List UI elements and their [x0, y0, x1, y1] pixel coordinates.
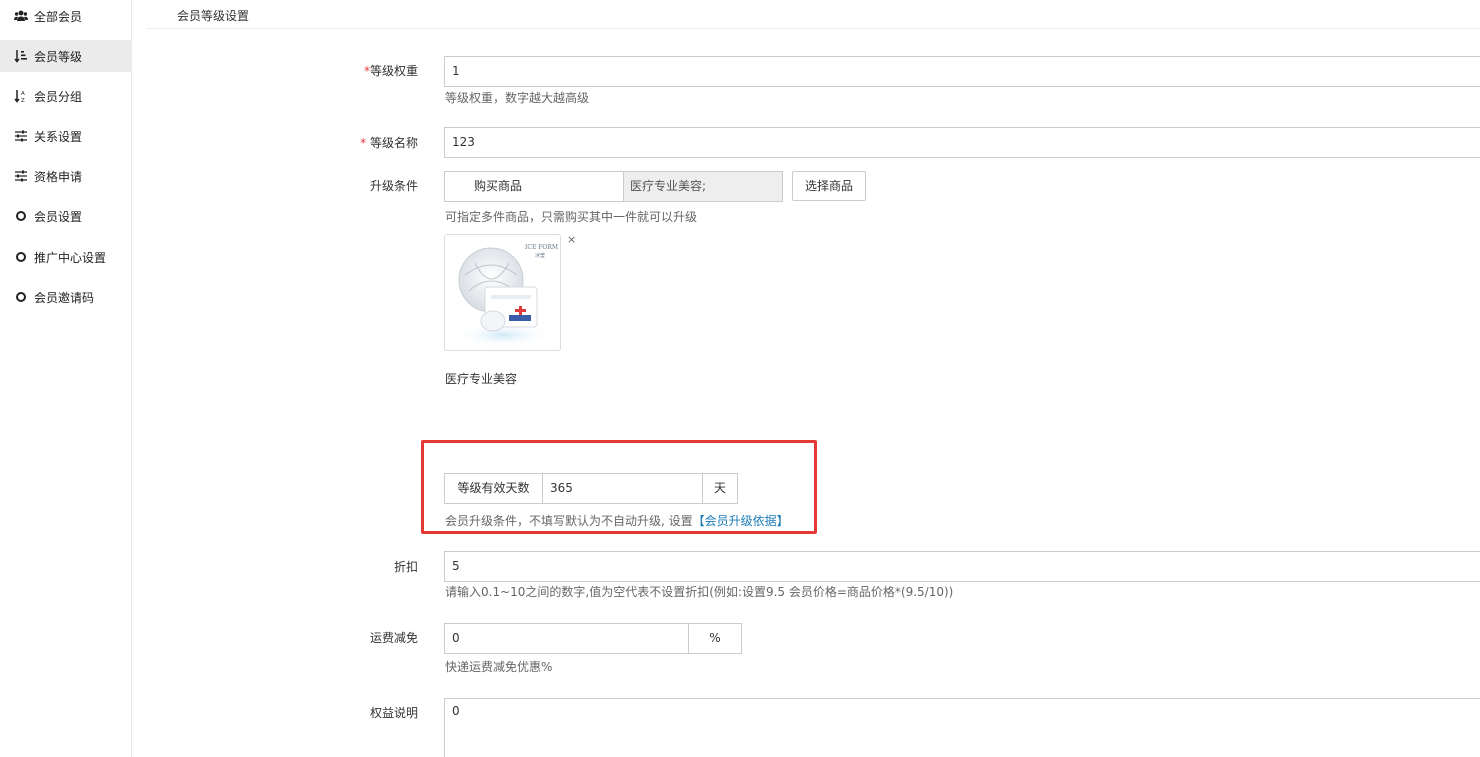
product-brand: ICE FORM	[525, 244, 558, 251]
svg-text:A: A	[21, 91, 25, 97]
product-brand-sub: 冰莹	[535, 252, 545, 259]
rights-label: 权益说明	[369, 706, 418, 720]
goods-name: 医疗专业美容	[445, 372, 518, 386]
sidebar-item-label: 会员等级	[34, 49, 83, 64]
sidebar-item-member-group[interactable]: AZ 会员分组	[0, 80, 132, 112]
discount-input[interactable]: 5	[444, 551, 1480, 582]
name-label: * 等级名称	[318, 134, 418, 151]
sidebar-item-label: 会员邀请码	[34, 290, 95, 305]
goods-thumbnail[interactable]: ICE FORM 冰莹	[444, 234, 561, 351]
freight-input[interactable]: 0	[444, 623, 689, 654]
sidebar-item-relation-settings[interactable]: 关系设置	[0, 120, 132, 152]
sort-amount-icon	[14, 49, 28, 63]
select-goods-button[interactable]: 选择商品	[792, 171, 866, 201]
sidebar-item-label: 推广中心设置	[34, 250, 107, 265]
circle-icon	[14, 209, 28, 223]
selected-goods-field: 医疗专业美容;	[623, 171, 783, 202]
sidebar-item-member-settings[interactable]: 会员设置	[0, 200, 132, 232]
weight-input[interactable]: 1	[444, 56, 1480, 87]
validity-help-text: 会员升级条件，不填写默认为不自动升级, 设置	[445, 514, 693, 528]
discount-help: 请输入0.1~10之间的数字,值为空代表不设置折扣(例如:设置9.5 会员价格=…	[445, 585, 954, 599]
weight-help: 等级权重，数字越大越高级	[445, 91, 590, 105]
sidebar-item-label: 全部会员	[34, 9, 83, 24]
upgrade-label: 升级条件	[369, 179, 418, 193]
upgrade-condition-label: 购买商品	[444, 171, 624, 202]
freight-help: 快递运费减免优惠%	[445, 660, 553, 674]
sort-alpha-icon: AZ	[14, 89, 28, 103]
sidebar: 全部会员 会员等级 AZ 会员分组 关系设置 资格申请 会员设置 推广中心设置 …	[0, 0, 132, 757]
validity-label: 等级有效天数	[444, 473, 543, 504]
name-input[interactable]: 123	[444, 127, 1480, 158]
sidebar-item-label: 会员设置	[34, 209, 83, 224]
circle-icon	[14, 250, 28, 264]
sliders-icon	[14, 129, 28, 143]
weight-label-text: 等级权重	[369, 64, 418, 78]
users-icon	[14, 9, 28, 23]
sidebar-item-all-members[interactable]: 全部会员	[0, 0, 132, 32]
validity-unit: 天	[702, 473, 738, 504]
rights-textarea[interactable]: 0	[444, 698, 1480, 757]
name-label-text: 等级名称	[369, 136, 418, 150]
required-mark: *	[360, 136, 367, 150]
sidebar-item-label: 会员分组	[34, 89, 83, 104]
discount-label: 折扣	[393, 560, 418, 574]
divider	[146, 28, 1480, 29]
sliders-icon	[14, 169, 28, 183]
sidebar-item-invite-code[interactable]: 会员邀请码	[0, 281, 132, 313]
sidebar-item-member-level[interactable]: 会员等级	[0, 40, 132, 72]
upgrade-help: 可指定多件商品，只需购买其中一件就可以升级	[445, 210, 698, 224]
validity-days-input[interactable]: 365	[542, 473, 703, 504]
svg-text:Z: Z	[21, 98, 25, 103]
main-content: 会员等级设置 *等级权重 1 等级权重，数字越大越高级 * 等级名称 123 升…	[146, 0, 1480, 757]
upgrade-basis-link[interactable]: 【会员升级依据】	[693, 514, 789, 528]
page-title: 会员等级设置	[177, 9, 250, 23]
freight-unit: %	[688, 623, 742, 654]
remove-goods-icon[interactable]: ×	[567, 233, 576, 246]
validity-help: 会员升级条件，不填写默认为不自动升级, 设置【会员升级依据】	[445, 512, 789, 529]
sidebar-item-qualification[interactable]: 资格申请	[0, 160, 132, 192]
product-image: ICE FORM 冰莹	[453, 244, 558, 347]
weight-label: *等级权重	[318, 62, 418, 79]
circle-icon	[14, 290, 28, 304]
freight-label: 运费减免	[369, 631, 418, 645]
sidebar-item-promotion-center[interactable]: 推广中心设置	[0, 241, 132, 273]
sidebar-item-label: 资格申请	[34, 169, 83, 184]
sidebar-item-label: 关系设置	[34, 129, 83, 144]
